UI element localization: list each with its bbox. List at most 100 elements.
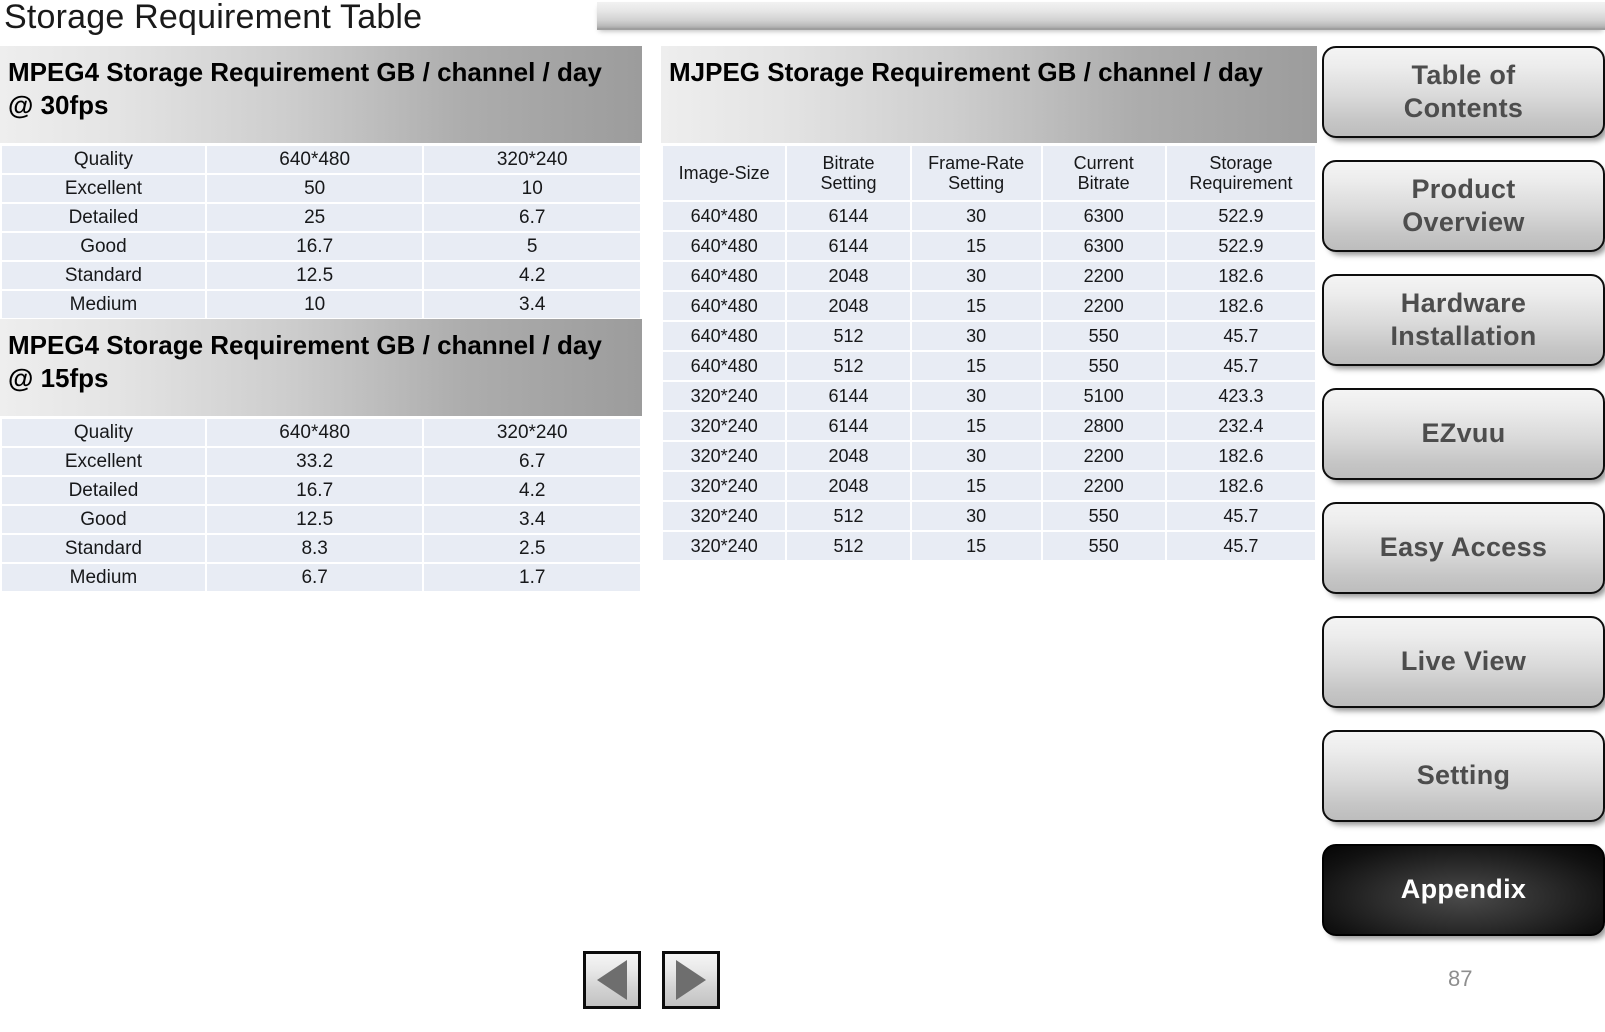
table-cell: 8.3 <box>206 535 423 562</box>
table-cell: 10 <box>206 291 423 318</box>
table-row: 640*480 2048 30 2200 182.6 <box>663 262 1315 290</box>
column-header-cell: 320*240 <box>424 146 640 173</box>
table-cell: Detailed <box>2 477 205 504</box>
table-cell: Excellent <box>2 175 205 202</box>
table-cell: 320*240 <box>663 382 786 410</box>
table-cell: Standard <box>2 535 205 562</box>
table-cell: 12.5 <box>206 506 423 533</box>
table-cell: 320*240 <box>663 502 786 530</box>
table-row: Medium 10 3.4 <box>2 291 640 318</box>
table-cell: Medium <box>2 291 205 318</box>
table-cell: 15 <box>911 472 1041 500</box>
table-cell: 6144 <box>787 232 910 260</box>
table-mpeg4-15fps: MPEG4 Storage Requirement GB / channel /… <box>0 319 642 593</box>
table-cell: 640*480 <box>663 292 786 320</box>
data-grid-mjpeg: Image-Size Bitrate Setting Frame-Rate Sett… <box>661 144 1317 562</box>
table-cell: 640*480 <box>663 202 786 230</box>
table-cell: 3.4 <box>424 291 640 318</box>
table-cell: 5 <box>424 233 640 260</box>
table-cell: 45.7 <box>1166 502 1315 530</box>
table-cell: 16.7 <box>206 233 423 260</box>
table-cell: 550 <box>1042 532 1165 560</box>
table-cell: 2800 <box>1042 412 1165 440</box>
table-cell: 30 <box>911 442 1041 470</box>
table-header-row: Quality 640*480 320*240 <box>2 419 640 446</box>
column-header-cell: 640*480 <box>206 146 423 173</box>
table-cell: 550 <box>1042 352 1165 380</box>
table-row: 320*240 2048 30 2200 182.6 <box>663 442 1315 470</box>
table-cell: 182.6 <box>1166 442 1315 470</box>
table-cell: 15 <box>911 232 1041 260</box>
table-cell: Excellent <box>2 448 205 475</box>
table-row: 640*480 512 15 550 45.7 <box>663 352 1315 380</box>
table-row: 320*240 512 15 550 45.7 <box>663 532 1315 560</box>
table-cell: 2048 <box>787 442 910 470</box>
table-cell: 522.9 <box>1166 232 1315 260</box>
table-heading-mjpeg: MJPEG Storage Requirement GB / channel /… <box>661 46 1317 143</box>
nav-button-hardware-installation[interactable]: Hardware Installation <box>1322 274 1605 366</box>
table-cell: Detailed <box>2 204 205 231</box>
nav-button-ezvuu[interactable]: EZvuu <box>1322 388 1605 480</box>
table-body-mpeg4-30fps: Quality 640*480 320*240 Excellent 50 10 Detail… <box>2 146 640 318</box>
table-heading-mpeg4-15fps: MPEG4 Storage Requirement GB / channel /… <box>0 319 642 416</box>
nav-button-live-view[interactable]: Live View <box>1322 616 1605 708</box>
table-cell: 320*240 <box>663 532 786 560</box>
column-header-cell: Storage Requirement <box>1166 146 1315 200</box>
table-cell: 2200 <box>1042 262 1165 290</box>
table-cell: Good <box>2 506 205 533</box>
table-cell: 45.7 <box>1166 352 1315 380</box>
table-cell: 30 <box>911 262 1041 290</box>
table-cell: 2048 <box>787 292 910 320</box>
table-cell: 6.7 <box>424 204 640 231</box>
table-cell: 45.7 <box>1166 322 1315 350</box>
table-cell: 33.2 <box>206 448 423 475</box>
table-cell: 4.2 <box>424 262 640 289</box>
table-mjpeg: MJPEG Storage Requirement GB / channel /… <box>661 46 1317 562</box>
table-cell: 182.6 <box>1166 262 1315 290</box>
table-cell: 6144 <box>787 382 910 410</box>
column-header-cell: Frame-Rate Setting <box>911 146 1041 200</box>
nav-button-appendix[interactable]: Appendix <box>1322 844 1605 936</box>
table-row: 640*480 2048 15 2200 182.6 <box>663 292 1315 320</box>
table-cell: 550 <box>1042 322 1165 350</box>
nav-button-easy-access[interactable]: Easy Access <box>1322 502 1605 594</box>
table-cell: 15 <box>911 352 1041 380</box>
previous-slide-button[interactable] <box>583 951 641 1009</box>
table-row: Medium 6.7 1.7 <box>2 564 640 591</box>
table-row: 320*240 512 30 550 45.7 <box>663 502 1315 530</box>
table-row: Detailed 25 6.7 <box>2 204 640 231</box>
data-grid-mpeg4-15fps: Quality 640*480 320*240 Excellent 33.2 6.7 Det… <box>0 417 642 593</box>
table-body-mjpeg: Image-Size Bitrate Setting Frame-Rate Sett… <box>663 146 1315 560</box>
next-slide-button[interactable] <box>662 951 720 1009</box>
table-row: Excellent 50 10 <box>2 175 640 202</box>
table-cell: 5100 <box>1042 382 1165 410</box>
table-cell: 16.7 <box>206 477 423 504</box>
table-row: 320*240 2048 15 2200 182.6 <box>663 472 1315 500</box>
table-cell: 30 <box>911 502 1041 530</box>
table-cell: 2048 <box>787 262 910 290</box>
table-cell: 6144 <box>787 202 910 230</box>
nav-button-table-of-contents[interactable]: Table of Contents <box>1322 46 1605 138</box>
table-cell: 30 <box>911 382 1041 410</box>
top-decorative-bar <box>597 2 1605 30</box>
table-cell: 6.7 <box>206 564 423 591</box>
table-cell: 15 <box>911 532 1041 560</box>
table-row: Standard 8.3 2.5 <box>2 535 640 562</box>
nav-button-setting[interactable]: Setting <box>1322 730 1605 822</box>
page-number: 87 <box>1448 966 1473 991</box>
table-header-row: Image-Size Bitrate Setting Frame-Rate Sett… <box>663 146 1315 200</box>
table-cell: 232.4 <box>1166 412 1315 440</box>
slide-navigation-controls <box>583 951 720 1009</box>
table-cell: 423.3 <box>1166 382 1315 410</box>
table-cell: 25 <box>206 204 423 231</box>
nav-button-product-overview[interactable]: Product Overview <box>1322 160 1605 252</box>
table-row: Good 12.5 3.4 <box>2 506 640 533</box>
table-cell: 2200 <box>1042 292 1165 320</box>
table-row: 640*480 512 30 550 45.7 <box>663 322 1315 350</box>
table-cell: Good <box>2 233 205 260</box>
sidebar-navigation: Table of Contents Product Overview Hardwar… <box>1322 46 1605 958</box>
table-cell: 12.5 <box>206 262 423 289</box>
table-cell: 182.6 <box>1166 292 1315 320</box>
table-cell: 640*480 <box>663 322 786 350</box>
table-cell: Standard <box>2 262 205 289</box>
